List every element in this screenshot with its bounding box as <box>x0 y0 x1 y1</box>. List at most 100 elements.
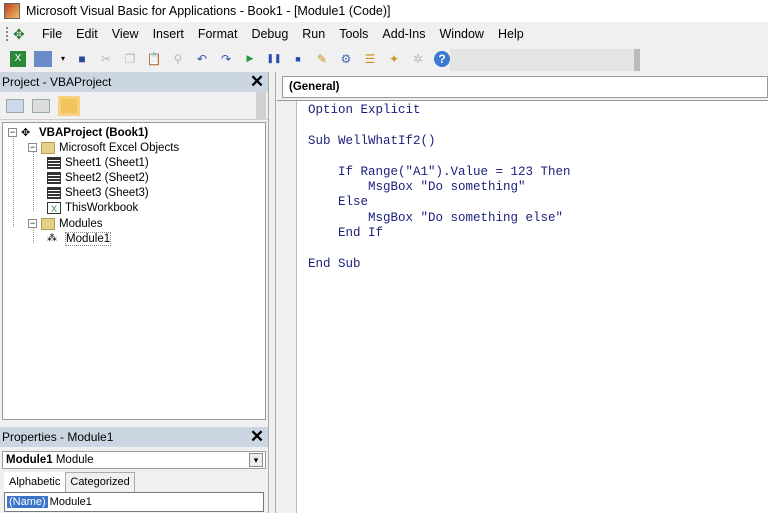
code-line[interactable] <box>308 149 571 164</box>
worksheet-icon <box>47 172 61 184</box>
menu-help[interactable]: Help <box>498 27 524 41</box>
excel-icon[interactable]: X <box>10 51 26 67</box>
tree-label: VBAProject (Book1) <box>39 127 148 139</box>
object-name: Module1 <box>6 454 53 466</box>
workbook-icon: X <box>47 202 61 214</box>
tree-label: Sheet3 (Sheet3) <box>65 187 149 199</box>
tree-label: Sheet2 (Sheet2) <box>65 172 149 184</box>
toolbar-grip[interactable] <box>6 27 9 41</box>
tree-item-sheet2[interactable]: Sheet2 (Sheet2) <box>47 170 149 185</box>
code-line[interactable] <box>308 118 571 133</box>
code-line[interactable]: MsgBox "Do something else" <box>308 211 571 226</box>
menu-debug[interactable]: Debug <box>251 27 288 41</box>
worksheet-icon <box>47 157 61 169</box>
tree-folder-modules[interactable]: − Modules <box>28 216 102 231</box>
project-header: Project - VBAProject ✕ <box>0 72 268 92</box>
menu-file[interactable]: File <box>42 27 62 41</box>
vbaproject-icon: ✥ <box>21 127 35 139</box>
tree-item-thisworkbook[interactable]: X ThisWorkbook <box>47 200 138 215</box>
code-line[interactable]: If Range("A1").Value = 123 Then <box>308 165 571 180</box>
code-line[interactable]: MsgBox "Do something" <box>308 180 571 195</box>
cut-icon[interactable]: ✂ <box>98 51 114 67</box>
toolbar-overflow[interactable] <box>450 49 640 71</box>
redo-icon[interactable]: ↷ <box>218 51 234 67</box>
close-icon[interactable]: ✕ <box>246 427 268 447</box>
chevron-down-icon[interactable]: ▾ <box>249 453 263 467</box>
view-code-icon[interactable] <box>6 99 24 113</box>
collapse-icon[interactable]: − <box>8 128 17 137</box>
code-line[interactable]: End Sub <box>308 257 571 272</box>
menu-insert[interactable]: Insert <box>153 27 184 41</box>
tree-label: Modules <box>59 218 102 230</box>
project-explorer-icon[interactable]: ⚙ <box>338 51 354 67</box>
menu-view[interactable]: View <box>112 27 139 41</box>
properties-title: Properties - Module1 <box>2 430 113 444</box>
close-icon[interactable]: ✕ <box>246 72 268 92</box>
paste-icon[interactable]: 📋 <box>146 51 162 67</box>
margin-indicator-bar[interactable] <box>277 101 297 513</box>
folder-icon <box>41 142 55 154</box>
properties-icon[interactable]: ☰ <box>362 51 378 67</box>
tree-label: ThisWorkbook <box>65 202 138 214</box>
code-lines: Option Explicit Sub WellWhatIf2() If Rang… <box>308 103 571 272</box>
tree-label: Microsoft Excel Objects <box>59 142 179 154</box>
collapse-icon[interactable]: − <box>28 143 37 152</box>
dropdown-arrow-icon[interactable]: ▾ <box>60 51 66 67</box>
code-line[interactable]: End If <box>308 226 571 241</box>
menu-format[interactable]: Format <box>198 27 238 41</box>
property-value[interactable]: Module1 <box>50 496 92 508</box>
undo-icon[interactable]: ↶ <box>194 51 210 67</box>
find-icon[interactable]: ⚲ <box>170 51 186 67</box>
menu-run[interactable]: Run <box>302 27 325 41</box>
code-line[interactable]: Else <box>308 195 571 210</box>
vba-app-icon <box>4 3 20 19</box>
object-dropdown[interactable]: (General) <box>282 76 768 98</box>
project-tree: − ✥ VBAProject (Book1) − Microsoft Excel… <box>2 122 266 420</box>
code-editor[interactable]: Option Explicit Sub WellWhatIf2() If Rang… <box>277 100 768 513</box>
object-type: Module <box>56 454 94 466</box>
menu-tools[interactable]: Tools <box>339 27 368 41</box>
menu-add-ins[interactable]: Add-Ins <box>382 27 425 41</box>
pane-splitter[interactable] <box>268 72 276 513</box>
collapse-icon[interactable]: − <box>28 219 37 228</box>
object-selector[interactable]: Module1 Module ▾ <box>2 451 266 469</box>
properties-window: Properties - Module1 ✕ Module1 Module ▾ … <box>0 427 268 513</box>
project-toolbar <box>0 92 268 120</box>
save-icon[interactable]: ■ <box>74 51 90 67</box>
help-icon[interactable]: ? <box>434 51 450 67</box>
tree-root[interactable]: − ✥ VBAProject (Book1) <box>8 125 148 140</box>
tree-item-sheet1[interactable]: Sheet1 (Sheet1) <box>47 155 149 170</box>
project-explorer: Project - VBAProject ✕ − ✥ VBAProject (B… <box>0 72 268 420</box>
object-browser-icon[interactable]: ✦ <box>386 51 402 67</box>
property-row-name[interactable]: (Name) Module1 <box>4 492 264 512</box>
tab-alphabetic[interactable]: Alphabetic <box>4 472 65 492</box>
folder-icon <box>41 218 55 230</box>
toggle-folders-icon[interactable] <box>58 96 80 116</box>
view-object-icon[interactable] <box>32 99 50 113</box>
reset-icon[interactable]: ■ <box>290 51 306 67</box>
properties-tabs: Alphabetic Categorized <box>4 472 268 492</box>
menu-edit[interactable]: Edit <box>76 27 98 41</box>
break-icon[interactable]: ❚❚ <box>266 51 282 67</box>
code-line[interactable] <box>308 242 571 257</box>
tree-label: Sheet1 (Sheet1) <box>65 157 149 169</box>
code-line[interactable]: Option Explicit <box>308 103 571 118</box>
code-line[interactable]: Sub WellWhatIf2() <box>308 134 571 149</box>
tab-categorized[interactable]: Categorized <box>65 472 134 492</box>
run-icon[interactable]: ▶ <box>242 51 258 67</box>
project-title: Project - VBAProject <box>2 75 111 89</box>
scrollbar[interactable] <box>256 92 266 120</box>
title-bar: Microsoft Visual Basic for Applications … <box>0 0 768 22</box>
tree-item-sheet3[interactable]: Sheet3 (Sheet3) <box>47 185 149 200</box>
menu-bar: ✥ File Edit View Insert Format Debug Run… <box>0 22 768 45</box>
copy-icon[interactable]: ❐ <box>122 51 138 67</box>
tree-folder-excel-objects[interactable]: − Microsoft Excel Objects <box>28 140 179 155</box>
module-icon: ⁂ <box>47 233 61 245</box>
worksheet-icon <box>47 187 61 199</box>
insert-userform-icon[interactable] <box>34 51 52 67</box>
design-mode-icon[interactable]: ✎ <box>314 51 330 67</box>
menu-window[interactable]: Window <box>440 27 484 41</box>
window-title: Microsoft Visual Basic for Applications … <box>26 4 391 18</box>
toolbox-icon[interactable]: ✲ <box>410 51 426 67</box>
tree-item-module1[interactable]: ⁂ Module1 <box>47 231 111 246</box>
